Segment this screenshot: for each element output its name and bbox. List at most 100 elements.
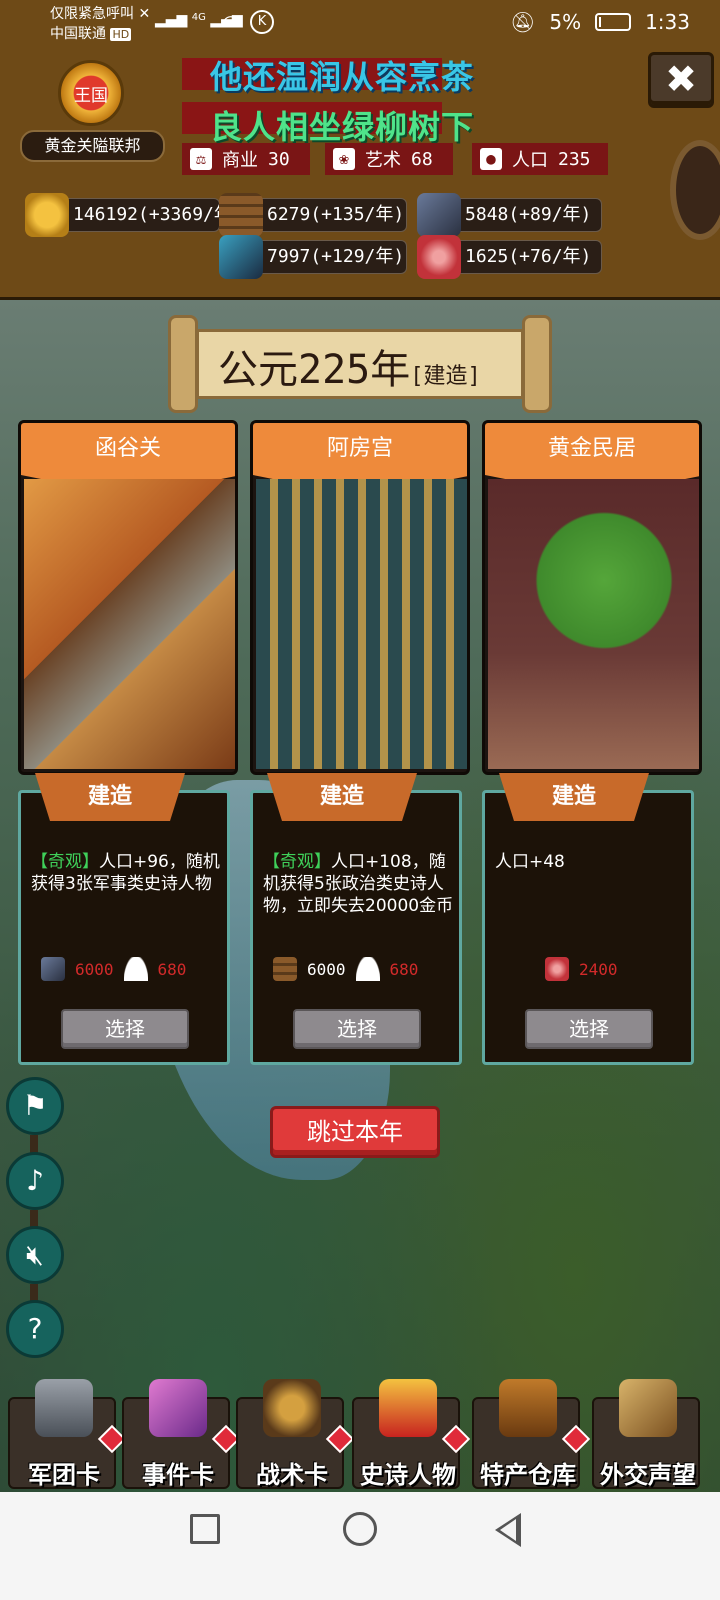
tab-event-cards[interactable]: 事件卡 bbox=[122, 1379, 241, 1489]
notification-badge bbox=[325, 1424, 355, 1454]
tab-legion-cards[interactable]: 军团卡 bbox=[8, 1379, 127, 1489]
sound-off-icon: 🔇︎ bbox=[26, 1238, 44, 1271]
scroll-roll-right bbox=[522, 315, 552, 413]
tab-epic-heroes[interactable]: 史诗人物 bbox=[352, 1379, 471, 1489]
close-button[interactable]: ✖ bbox=[648, 52, 714, 108]
cost-pop-1: 680 bbox=[157, 959, 187, 979]
resource-gold: 146192(+3369/年 bbox=[25, 193, 232, 237]
stat-population-label: 人口 bbox=[512, 150, 548, 171]
card-desc-text-3: 人口+48 bbox=[495, 852, 565, 872]
scroll-icon bbox=[149, 1379, 207, 1437]
battery-text: 5% bbox=[549, 10, 582, 34]
tab-legion-label: 军团卡 bbox=[28, 1461, 100, 1489]
stat-commerce: ⚖ 商业 30 bbox=[182, 143, 310, 175]
person-icon bbox=[123, 957, 148, 981]
music-off-icon: ♪ bbox=[26, 1164, 44, 1197]
overlay-text-line2: 良人相坐绿柳树下 bbox=[210, 108, 475, 146]
stat-art-label: 艺术 bbox=[365, 150, 401, 171]
stat-commerce-label: 商业 bbox=[222, 150, 258, 171]
notification-badge bbox=[561, 1424, 591, 1454]
stat-art-value: 68 bbox=[411, 148, 433, 170]
resource-gold-value: 146192(+3369/年 bbox=[73, 204, 232, 225]
carrier-info: 仅限紧急呼叫 ✕ 中国联通 HD bbox=[50, 6, 151, 42]
bottom-tab-bar: 军团卡 事件卡 战术卡 史诗人物 特产仓库 外交声望 bbox=[0, 1375, 720, 1489]
helmet-icon bbox=[35, 1379, 93, 1437]
crystal-chest-icon bbox=[219, 235, 263, 279]
home-icon[interactable] bbox=[343, 1512, 377, 1546]
kingdom-badge-label: 王国 bbox=[74, 85, 108, 106]
wifi-icon: ◠ bbox=[222, 10, 240, 34]
wonder-tag-1: 【奇观】 bbox=[31, 852, 99, 872]
wood-icon bbox=[219, 193, 263, 237]
sound-toggle-button[interactable]: 🔇︎ bbox=[6, 1226, 64, 1284]
help-button[interactable]: ? bbox=[6, 1300, 64, 1358]
card-cost-1: 6000 680 bbox=[41, 953, 221, 985]
close-icon: ✖ bbox=[665, 57, 697, 101]
ore-icon bbox=[41, 957, 65, 981]
resource-wood: 6279(+135/年) bbox=[219, 193, 407, 237]
tab-epic-label: 史诗人物 bbox=[360, 1461, 456, 1489]
resource-ore-value: 5848(+89/年) bbox=[465, 204, 592, 225]
select-button-2[interactable]: 选择 bbox=[293, 1009, 421, 1049]
select-button-3[interactable]: 选择 bbox=[525, 1009, 653, 1049]
card-cost-3: 2400 bbox=[545, 953, 720, 985]
resource-crystal: 7997(+129/年) bbox=[219, 235, 407, 279]
residence-image bbox=[488, 479, 699, 769]
k-app-icon: K bbox=[250, 10, 274, 34]
card-title-2: 阿房宫 bbox=[253, 423, 467, 475]
kingdom-name: 黄金关隘联邦 bbox=[20, 130, 165, 162]
notification-badge bbox=[441, 1424, 471, 1454]
clock: 1:33 bbox=[645, 10, 690, 34]
meat-icon bbox=[417, 235, 461, 279]
build-label-3: 建造 bbox=[499, 773, 649, 821]
overlay-text-line1: 他还温润从容烹茶 bbox=[210, 58, 475, 96]
cost-pop-2: 680 bbox=[389, 959, 419, 979]
cost-wood-2: 6000 bbox=[307, 959, 346, 979]
meat-icon bbox=[545, 957, 569, 981]
status-bar: 仅限紧急呼叫 ✕ 中国联通 HD ▂▄▆ 4G ▂▄▆ ◠ K 🔕︎ 5% 1:… bbox=[0, 0, 720, 50]
building-card-image-3[interactable]: 黄金民居 bbox=[482, 420, 702, 775]
scale-icon: ⚖ bbox=[190, 148, 212, 170]
tab-tactic-cards[interactable]: 战术卡 bbox=[236, 1379, 355, 1489]
resource-crystal-value: 7997(+129/年) bbox=[267, 246, 405, 267]
recent-apps-icon[interactable] bbox=[190, 1514, 220, 1544]
wonder-tag-2: 【奇观】 bbox=[263, 852, 331, 872]
system-nav-bar bbox=[0, 1492, 720, 1600]
skip-year-button[interactable]: 跳过本年 bbox=[270, 1106, 440, 1158]
card-desc-2: 【奇观】人口+108，随机获得5张政治类史诗人物，立即失去20000金币 bbox=[263, 851, 459, 917]
card-desc-3: 人口+48 bbox=[495, 851, 691, 873]
tab-specialty-warehouse[interactable]: 特产仓库 bbox=[472, 1379, 591, 1489]
pass-canyon-image bbox=[24, 479, 235, 769]
building-card-image-1[interactable]: 函谷关 bbox=[18, 420, 238, 775]
battery-icon bbox=[595, 13, 632, 31]
art-icon: ❀ bbox=[333, 148, 355, 170]
building-card-details-3: 建造 人口+48 2400 选择 bbox=[482, 773, 694, 1065]
build-label-1: 建造 bbox=[35, 773, 185, 821]
flag-button[interactable]: ⚑ bbox=[6, 1077, 64, 1135]
stat-art: ❀ 艺术 68 bbox=[325, 143, 453, 175]
building-card-details-1: 建造 【奇观】人口+96，随机获得3张军事类史诗人物 6000 680 选择 bbox=[18, 773, 230, 1065]
year-value: 公元225年 bbox=[218, 347, 411, 393]
cost-ore-1: 6000 bbox=[75, 959, 114, 979]
palace-image bbox=[256, 479, 467, 769]
kingdom-crest[interactable]: 王国 黄金关隘联邦 bbox=[20, 60, 165, 165]
status-right: 🔕︎ 5% 1:33 bbox=[510, 10, 690, 34]
tab-diplomacy[interactable]: 外交声望 bbox=[592, 1379, 700, 1489]
tab-warehouse-label: 特产仓库 bbox=[480, 1461, 576, 1489]
card-title-3: 黄金民居 bbox=[485, 423, 699, 475]
stat-population-value: 235 bbox=[558, 148, 591, 170]
year-text: 公元225年[建造] bbox=[218, 337, 481, 395]
crown-icon bbox=[379, 1379, 437, 1437]
select-button-1[interactable]: 选择 bbox=[61, 1009, 189, 1049]
person-icon: ● bbox=[480, 148, 502, 170]
tab-event-label: 事件卡 bbox=[142, 1461, 214, 1489]
resource-meat: 1625(+76/年) bbox=[417, 235, 602, 279]
back-icon-inner bbox=[500, 1519, 516, 1541]
building-card-image-2[interactable]: 阿房宫 bbox=[250, 420, 470, 775]
music-toggle-button[interactable]: ♪ bbox=[6, 1152, 64, 1210]
year-banner: 公元225年[建造] bbox=[168, 315, 552, 413]
card-desc-1: 【奇观】人口+96，随机获得3张军事类史诗人物 bbox=[31, 851, 227, 895]
mute-icon: 🔕︎ bbox=[509, 10, 536, 34]
network-type: 4G bbox=[191, 12, 206, 23]
tab-diplomacy-label: 外交声望 bbox=[600, 1461, 696, 1489]
